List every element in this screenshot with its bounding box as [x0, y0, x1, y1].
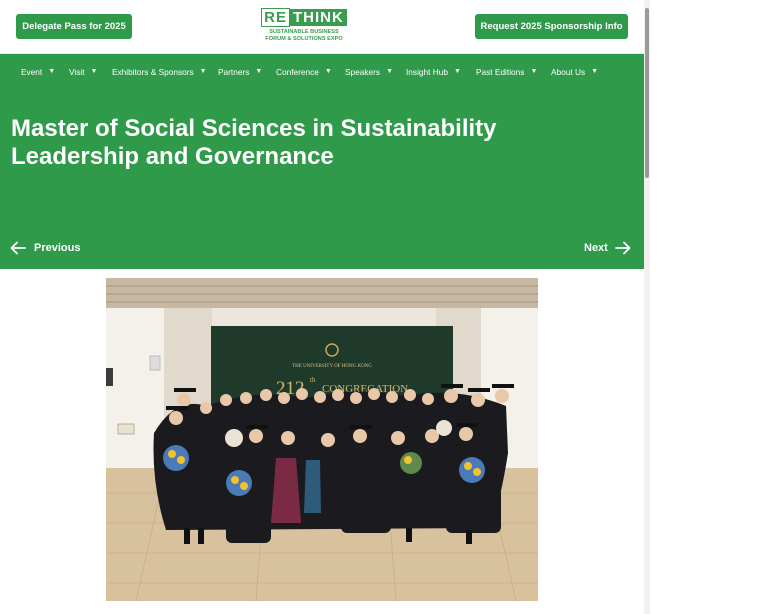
nav-label: About Us — [551, 66, 586, 77]
nav-label: Exhibitors & Sponsors — [112, 66, 194, 77]
scrollbar-thumb[interactable] — [645, 8, 649, 178]
chevron-down-icon: ▼ — [591, 68, 599, 75]
delegate-pass-button[interactable]: Delegate Pass for 2025 — [16, 14, 132, 39]
previous-label: Previous — [34, 242, 81, 254]
graduation-photo: THE UNIVERSITY OF HONG KONG 212 th CONGR… — [106, 278, 538, 601]
main-nav: Event ▼ Visit ▼ Exhibitors & Sponsors ▼ Par… — [0, 54, 644, 89]
nav-label: Visit — [69, 66, 85, 77]
nav-item-insight-hub[interactable]: Insight Hub ▼ — [406, 54, 461, 89]
hero-banner: Master of Social Sciences in Sustainabil… — [0, 89, 644, 269]
chevron-down-icon: ▼ — [90, 68, 98, 75]
site-header: Delegate Pass for 2025 RE THINK SUSTAINAB… — [0, 0, 644, 54]
nav-label: Conference — [276, 66, 319, 77]
nav-item-conference[interactable]: Conference ▼ — [276, 54, 332, 89]
nav-item-partners[interactable]: Partners ▼ — [218, 54, 262, 89]
chevron-down-icon: ▼ — [530, 68, 538, 75]
page: Delegate Pass for 2025 RE THINK SUSTAINAB… — [0, 0, 644, 614]
nav-item-speakers[interactable]: Speakers ▼ — [345, 54, 393, 89]
sponsorship-info-label: Request 2025 Sponsorship Info — [480, 21, 623, 32]
page-scrollbar[interactable] — [644, 0, 650, 614]
arrow-right-icon — [614, 241, 631, 255]
next-label: Next — [584, 242, 608, 254]
delegate-pass-label: Delegate Pass for 2025 — [22, 21, 126, 32]
logo-wordmark: RE THINK — [261, 8, 347, 27]
logo-think: THINK — [290, 9, 347, 26]
chevron-down-icon: ▼ — [324, 68, 332, 75]
rethink-logo[interactable]: RE THINK SUSTAINABLE BUSINESS FORUM & SOL… — [258, 8, 350, 45]
chevron-down-icon: ▼ — [453, 68, 461, 75]
chevron-down-icon: ▼ — [255, 68, 263, 75]
banner-number-suffix: th — [310, 376, 316, 384]
nav-item-about-us[interactable]: About Us ▼ — [551, 54, 598, 89]
next-link[interactable]: Next — [584, 239, 631, 257]
nav-label: Insight Hub — [406, 66, 448, 77]
page-title: Master of Social Sciences in Sustainabil… — [11, 115, 497, 170]
nav-label: Event — [21, 66, 43, 77]
previous-link[interactable]: Previous — [10, 239, 80, 257]
nav-item-visit[interactable]: Visit ▼ — [69, 54, 97, 89]
sponsorship-info-button[interactable]: Request 2025 Sponsorship Info — [475, 14, 628, 39]
nav-item-event[interactable]: Event ▼ — [21, 54, 55, 89]
banner-university-name: THE UNIVERSITY OF HONG KONG — [292, 364, 372, 369]
nav-label: Partners — [218, 66, 250, 77]
chevron-down-icon: ▼ — [386, 68, 393, 75]
chevron-down-icon: ▼ — [199, 68, 207, 75]
nav-label: Past Editions — [476, 66, 525, 77]
arrow-left-icon — [10, 241, 26, 255]
logo-tagline-2: FORUM & SOLUTIONS EXPO — [265, 35, 343, 42]
logo-tagline-1: SUSTAINABLE BUSINESS — [269, 29, 339, 35]
nav-item-exhibitors-sponsors[interactable]: Exhibitors & Sponsors ▼ — [112, 54, 207, 89]
nav-label: Speakers — [345, 66, 381, 77]
chevron-down-icon: ▼ — [48, 68, 56, 75]
logo-re: RE — [261, 8, 290, 27]
nav-item-past-editions[interactable]: Past Editions ▼ — [476, 54, 537, 89]
graduation-photo-illustration: THE UNIVERSITY OF HONG KONG 212 th CONGR… — [106, 278, 538, 601]
